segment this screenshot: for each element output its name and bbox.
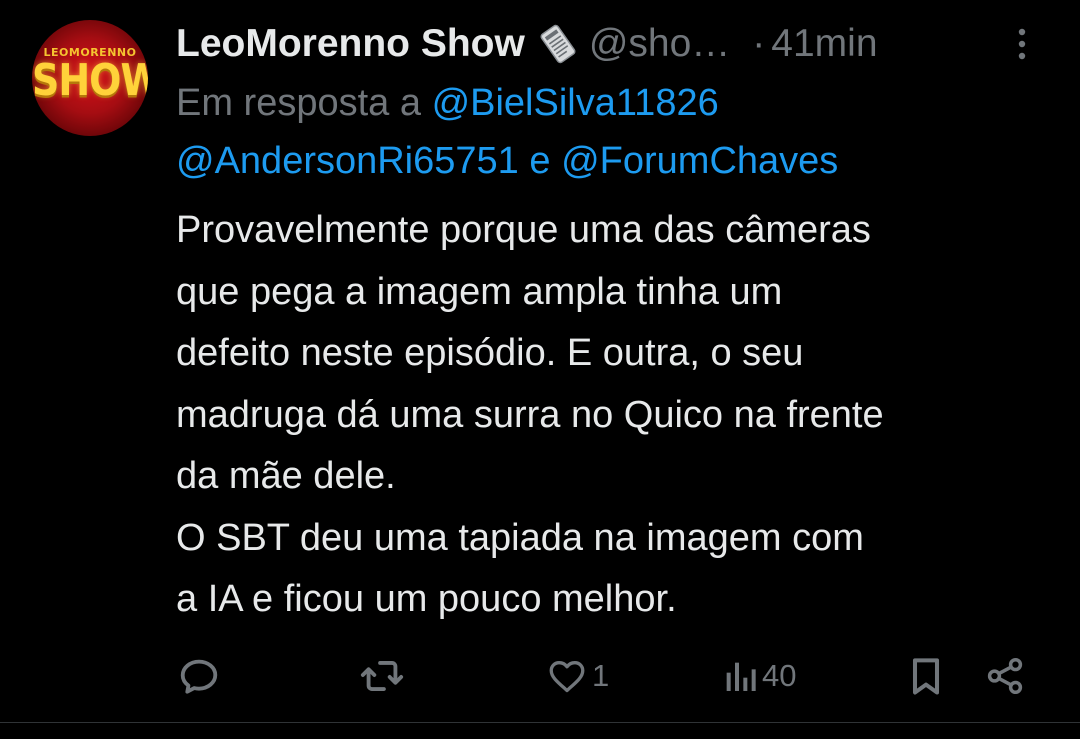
more-options-icon[interactable] [1014, 24, 1030, 64]
tweet[interactable]: LEOMORENNO SHOW LeoMorenno Show @sho… · … [0, 0, 1080, 722]
mention-link[interactable]: @AndersonRi65751 [176, 140, 519, 182]
reply-joiner: e [529, 140, 551, 182]
avatar-logo-main: SHOW [32, 54, 148, 106]
reply-prefix: Em resposta a [176, 82, 421, 124]
avatar[interactable]: LEOMORENNO SHOW [32, 20, 148, 136]
views-icon [726, 662, 756, 691]
repost-button[interactable] [358, 652, 410, 700]
share-icon [987, 657, 1023, 695]
tweet-actions: 1 40 [0, 652, 1080, 700]
share-button[interactable] [984, 652, 1026, 700]
mention-link[interactable]: @ForumChaves [561, 140, 838, 182]
reply-icon [180, 659, 218, 694]
author-display-name[interactable]: LeoMorenno Show [176, 22, 525, 66]
repost-icon [360, 661, 404, 691]
views-button[interactable]: 40 [722, 652, 796, 700]
tweet-header: LeoMorenno Show @sho… · 41min [176, 18, 1056, 70]
like-count: 1 [592, 658, 610, 693]
tweet-timestamp[interactable]: 41min [771, 22, 877, 66]
tweet-divider [0, 722, 1080, 723]
like-button[interactable]: 1 [546, 652, 609, 700]
heart-icon [549, 661, 585, 693]
bookmark-icon [912, 658, 940, 695]
mention-link[interactable]: @BielSilva11826 [432, 82, 719, 124]
author-handle[interactable]: @sho… [589, 22, 730, 66]
newspaper-icon [537, 23, 579, 65]
reply-context: Em resposta a @BielSilva11826 @AndersonR… [176, 74, 1056, 190]
views-count: 40 [762, 658, 797, 693]
bookmark-button[interactable] [906, 652, 946, 700]
reply-button[interactable] [176, 652, 226, 700]
header-separator: · [752, 22, 766, 65]
tweet-text: Provavelmente porque uma das câmeras que… [176, 209, 884, 620]
